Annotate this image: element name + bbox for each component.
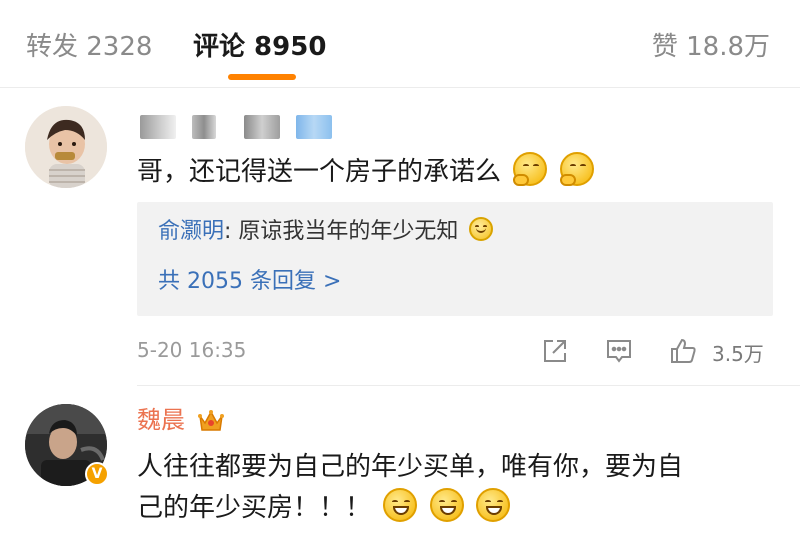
comment-text-line: 己的年少买房！！！: [137, 486, 510, 530]
smile-emoji-icon: [469, 217, 494, 241]
comment-tabs: 转发 2328 评论 8950 赞 18.8万: [0, 0, 800, 88]
active-tab-indicator: [228, 74, 296, 80]
like-thumb-icon[interactable]: [668, 336, 700, 366]
comment-text-line: 人往往都要为自己的年少买单，唯有你，要为自: [137, 452, 684, 482]
like-count: 3.5万: [712, 342, 764, 366]
comment-body: 哥，还记得送一个房子的承诺么: [137, 157, 502, 187]
crown-icon: [197, 408, 225, 434]
comment-divider: [137, 385, 800, 386]
commenter-name[interactable]: 魏晨: [137, 404, 185, 436]
thinking-emoji-icon: [559, 152, 594, 186]
reply-text: 原谅我当年的年少无知: [238, 219, 459, 244]
view-all-replies-link[interactable]: 共 2055 条回复 >: [158, 265, 341, 299]
comment-icon[interactable]: [604, 336, 636, 366]
tab-comments[interactable]: 评论 8950: [193, 30, 326, 64]
comment-body: 己的年少买房！！！: [137, 493, 372, 523]
tab-repost[interactable]: 转发 2328: [26, 30, 152, 64]
grin-emoji-icon: [475, 488, 510, 522]
tab-likes[interactable]: 赞 18.8万: [652, 30, 770, 64]
reply-separator: :: [224, 219, 239, 244]
share-icon[interactable]: [540, 336, 572, 366]
verified-badge-icon: V: [85, 462, 109, 486]
grin-emoji-icon: [429, 488, 464, 522]
reply-preview[interactable]: 俞灏明: 原谅我当年的年少无知 共 2055 条回复 >: [137, 202, 773, 316]
comment-timestamp: 5-20 16:35: [137, 338, 247, 362]
thinking-emoji-icon: [513, 152, 548, 186]
comment-text: 哥，还记得送一个房子的承诺么: [137, 150, 594, 194]
grin-emoji-icon: [383, 488, 418, 522]
avatar[interactable]: [25, 106, 107, 188]
reply-author[interactable]: 俞灏明: [158, 219, 224, 244]
reply-line: 俞灏明: 原谅我当年的年少无知: [158, 215, 494, 249]
